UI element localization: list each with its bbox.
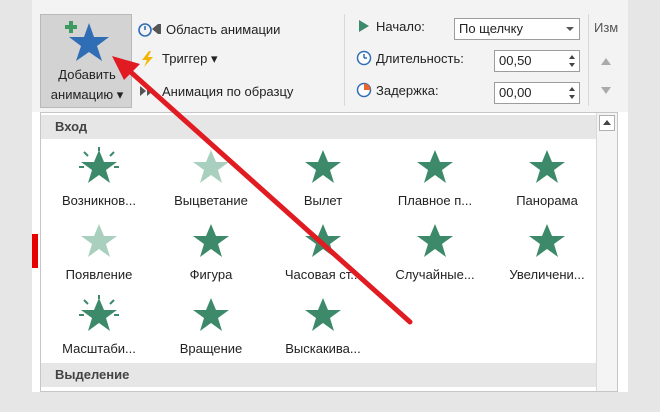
float-in-star-icon [417,150,453,183]
animation-tile-label: Фигура [189,267,233,282]
swivel-star-icon [193,298,229,331]
animation-gallery: Вход Возникнов... Выцветание Вылет Плавное … [40,112,618,392]
add-animation-button[interactable]: Добавить анимацию ▾ [40,14,132,108]
move-earlier-icon[interactable] [600,56,612,66]
play-icon [359,20,369,32]
animation-tile[interactable]: Масштаби... [43,291,155,363]
wipe-star-icon [529,150,565,183]
reorder-group-label: Изм [594,20,619,35]
gallery-scrollbar[interactable] [596,113,617,391]
fly-in-star-icon [305,150,341,183]
animation-pane-button[interactable]: Область анимации [138,20,280,38]
duration-label: Длительность: [376,50,464,66]
wheel-star-icon [305,224,341,257]
animation-painter-icon [140,86,153,96]
animation-tile-label: Выскакива... [285,341,361,356]
animation-pane-label: Область анимации [166,21,281,37]
animation-tile-label: Появление [65,267,133,282]
shape-star-icon [193,224,229,257]
start-select-value: По щелчку [459,21,523,36]
zoom-star-icon [79,295,119,331]
scroll-up-button[interactable] [599,115,615,131]
animation-tile-label: Увеличени... [509,267,585,282]
burst-star-icon [79,147,119,183]
ribbon-separator [344,14,345,106]
add-animation-label: Добавить [58,67,116,82]
move-later-icon[interactable] [600,86,612,96]
animation-tile-label: Плавное п... [397,193,473,208]
spinner-icon[interactable] [567,53,577,69]
animation-tile[interactable]: Вращение [155,291,267,363]
delay-label: Задержка: [376,82,439,98]
animation-tile[interactable]: Фигура [155,217,267,289]
bounce-star-icon [305,298,341,331]
powerpoint-window: Добавить анимацию ▾ Область анимации Три… [32,0,628,392]
animation-tile-label: Выцветание [174,193,248,208]
trigger-label: Триггер ▾ [162,51,218,66]
trigger-button[interactable]: Триггер ▾ [138,50,218,68]
fade-star-icon [193,150,229,183]
duration-label-row: Длительность: [356,50,464,66]
entrance-section-header: Вход [41,115,597,139]
animation-tile[interactable]: Вылет [267,143,379,215]
spinner-icon[interactable] [567,85,577,101]
add-animation-label-dropdown: анимацию ▾ [50,87,124,102]
animation-tile[interactable]: Случайные... [379,217,491,289]
animations-ribbon: Добавить анимацию ▾ Область анимации Три… [32,0,628,112]
animation-tile[interactable]: Увеличени... [491,217,603,289]
delay-value: 00,00 [499,85,532,100]
start-label-row: Начало: [356,18,425,34]
animation-tile-label: Вращение [179,341,243,356]
star-icon [65,21,109,61]
animation-tile-label: Возникнов... [62,193,136,208]
lightning-icon [142,51,153,67]
appear-star-icon [81,224,117,257]
animation-tile[interactable]: Появление [43,217,155,289]
animation-tile[interactable]: Возникнов... [43,143,155,215]
start-label: Начало: [376,18,425,34]
grow-turn-star-icon [529,224,565,257]
random-bars-star-icon [417,224,453,257]
start-select[interactable]: По щелчку [454,18,580,40]
delay-label-row: Задержка: [356,82,439,98]
animation-tile-label: Вылет [303,193,343,208]
duration-value: 00,50 [499,53,532,68]
animation-painter-button[interactable]: Анимация по образцу [138,82,293,100]
slide-red-mark [32,234,38,268]
clock-icon [356,50,372,66]
delay-icon [356,82,372,98]
duration-field[interactable]: 00,50 [494,50,580,72]
animation-tile[interactable]: Плавное п... [379,143,491,215]
animation-tile-label: Панорама [516,193,578,208]
animation-tile-label: Случайные... [395,267,475,282]
animation-pane-icon [138,23,161,37]
animation-tile[interactable]: Выцветание [155,143,267,215]
ribbon-separator [588,14,589,106]
animation-tile[interactable]: Выскакива... [267,291,379,363]
animation-tile-label: Часовая ст... [284,267,362,282]
animation-painter-label: Анимация по образцу [162,83,294,99]
animation-tile[interactable]: Часовая ст... [267,217,379,289]
chevron-down-icon [566,27,574,31]
animation-tile[interactable]: Панорама [491,143,603,215]
emphasis-section-header: Выделение [41,363,597,387]
animation-tile-label: Масштаби... [62,341,136,356]
delay-field[interactable]: 00,00 [494,82,580,104]
